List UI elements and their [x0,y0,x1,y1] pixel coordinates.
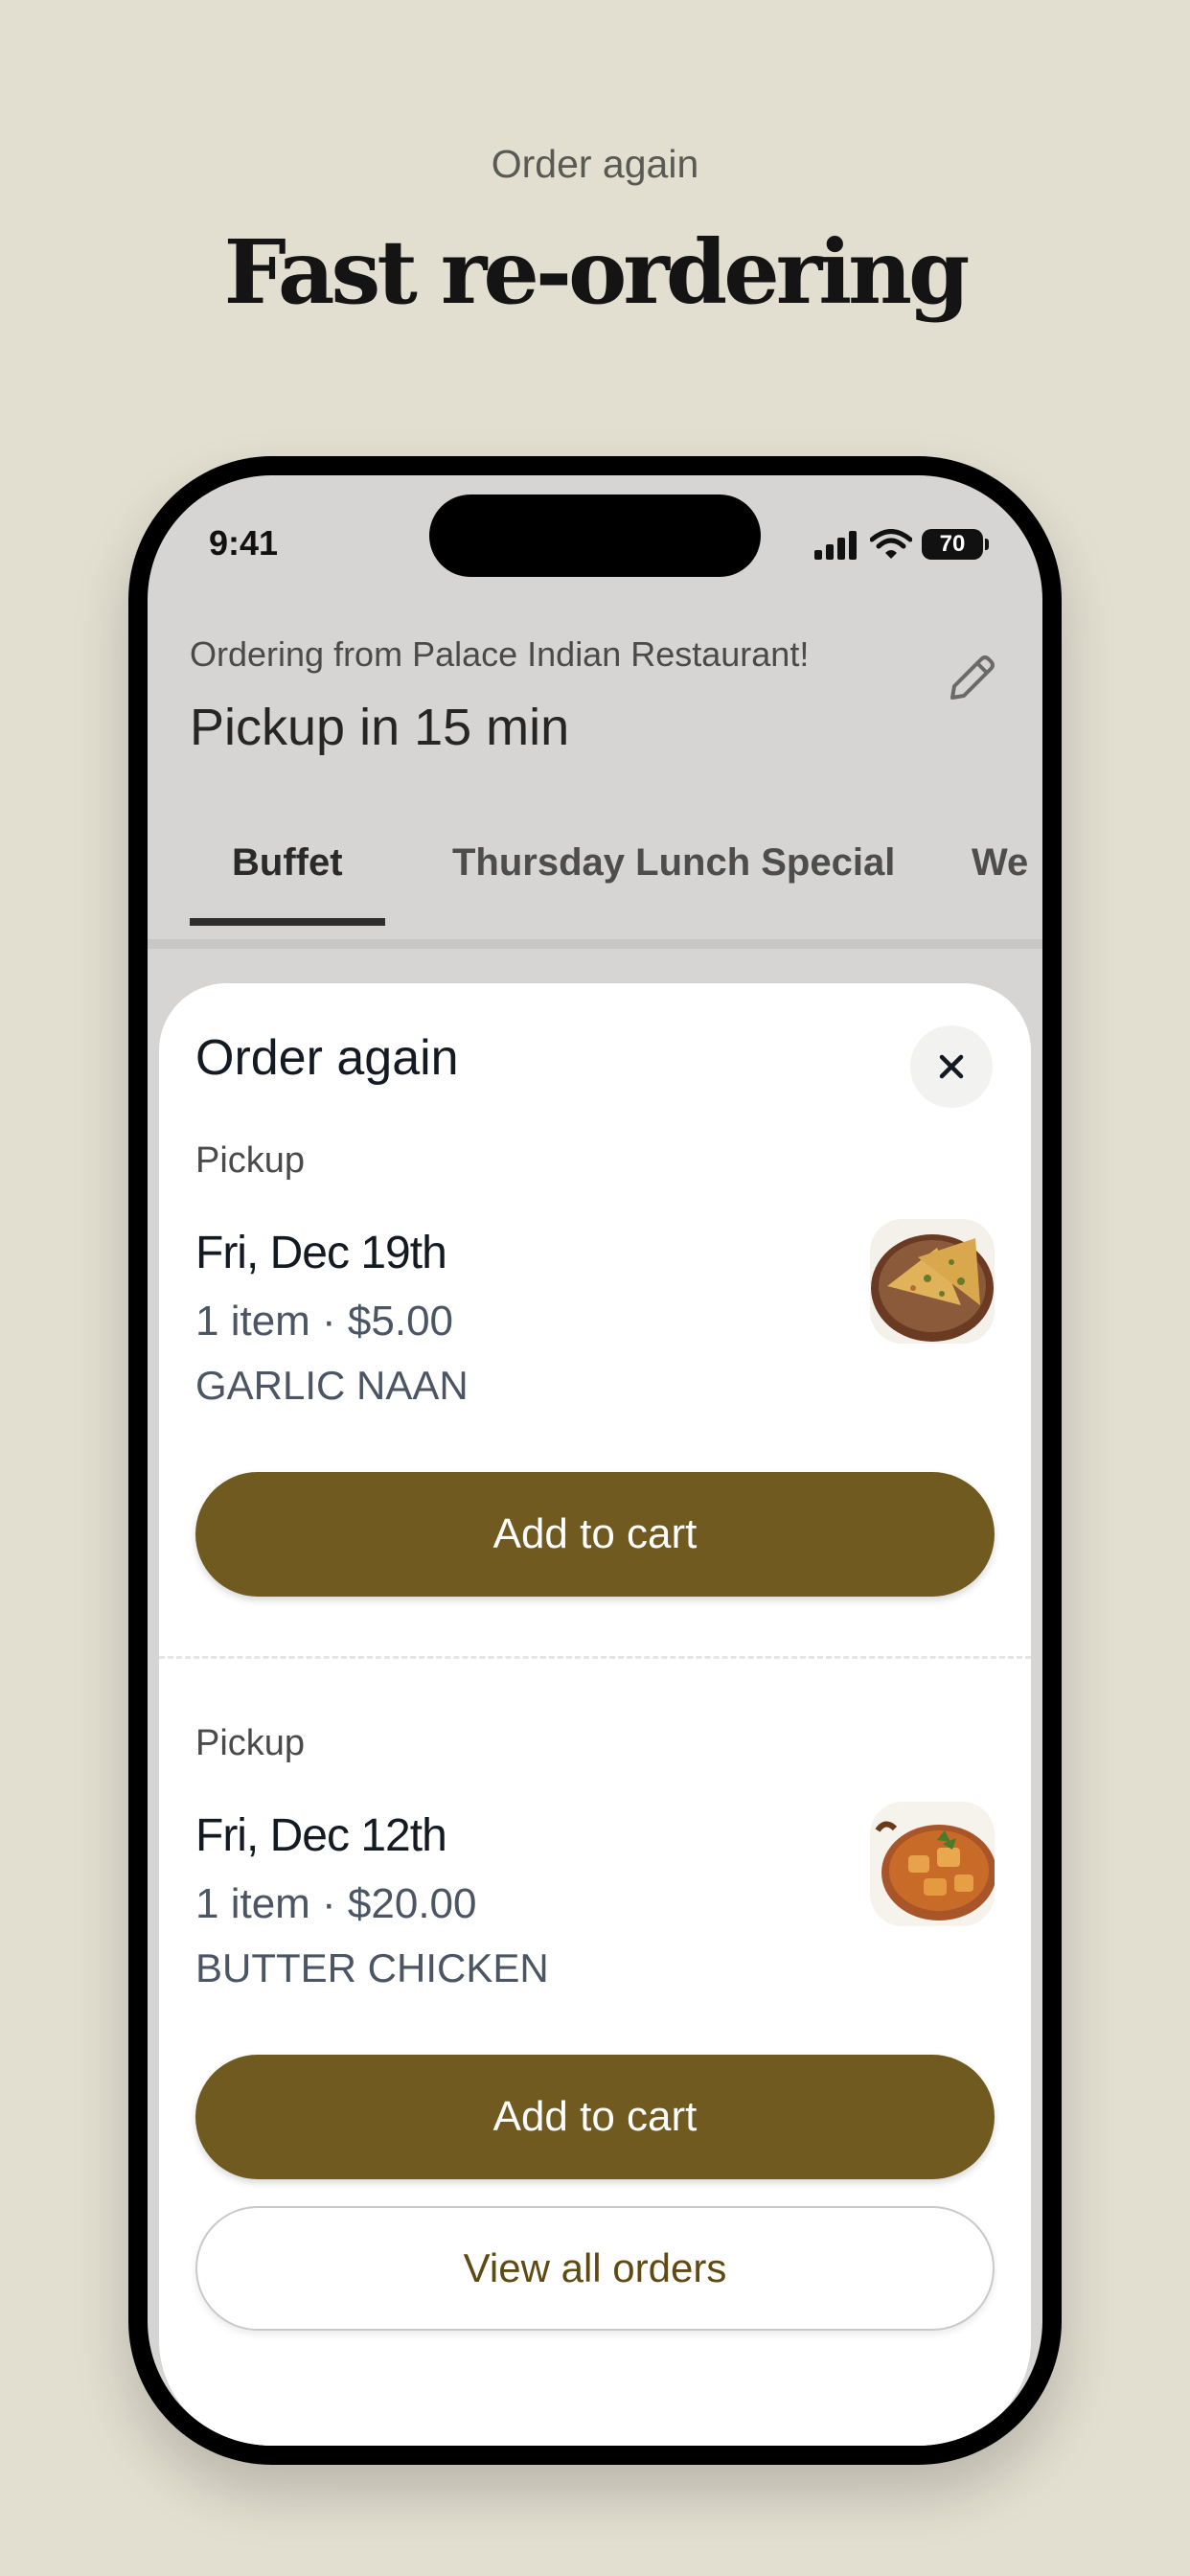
order-again-sheet: Order again Pickup Fri, Dec 19th 1 item … [159,983,1031,2446]
tabs-divider [148,939,1042,949]
promo-eyebrow: Order again [491,142,699,186]
pickup-time: Pickup in 15 min [190,699,570,756]
phone-frame: 9:41 70 Ordering from Palace Indian Rest… [128,456,1062,2465]
dynamic-island [429,494,761,577]
sheet-title: Order again [195,1030,459,1086]
close-icon [939,1054,964,1079]
promo-headline: Fast re-ordering [223,220,971,324]
order-type: Pickup [195,1723,306,1763]
add-to-cart-button[interactable]: Add to cart [195,2055,995,2179]
category-tabs: Buffet Thursday Lunch Special We [148,811,1042,945]
view-all-orders-button[interactable]: View all orders [195,2206,995,2331]
add-to-cart-button[interactable]: Add to cart [195,1472,995,1597]
status-indicators: 70 [814,525,989,564]
order-summary: 1 item · $5.00 [195,1298,454,1345]
order-item-name: BUTTER CHICKEN [195,1945,549,1990]
order-item-name: GARLIC NAAN [195,1363,469,1408]
pencil-icon [950,656,995,700]
order-date: Fri, Dec 12th [195,1810,447,1861]
order-date: Fri, Dec 19th [195,1228,447,1278]
edit-order-button[interactable] [939,644,1006,711]
order-divider [159,1656,1031,1659]
restaurant-line: Ordering from Palace Indian Restaurant! [190,634,810,674]
order-summary: 1 item · $20.00 [195,1880,477,1927]
tab-partial[interactable]: We [929,811,1042,930]
close-button[interactable] [910,1025,993,1108]
status-time: 9:41 [209,523,279,563]
cellular-signal-icon [814,531,857,560]
garlic-naan-image [870,1219,995,1344]
butter-chicken-image [870,1802,995,1926]
order-type: Pickup [195,1140,306,1181]
tab-buffet[interactable]: Buffet [190,811,385,930]
phone-screen: 9:41 70 Ordering from Palace Indian Rest… [148,475,1042,2446]
wifi-icon [870,529,912,559]
battery-icon: 70 [922,529,989,560]
tab-thursday-lunch-special[interactable]: Thursday Lunch Special [410,811,937,930]
